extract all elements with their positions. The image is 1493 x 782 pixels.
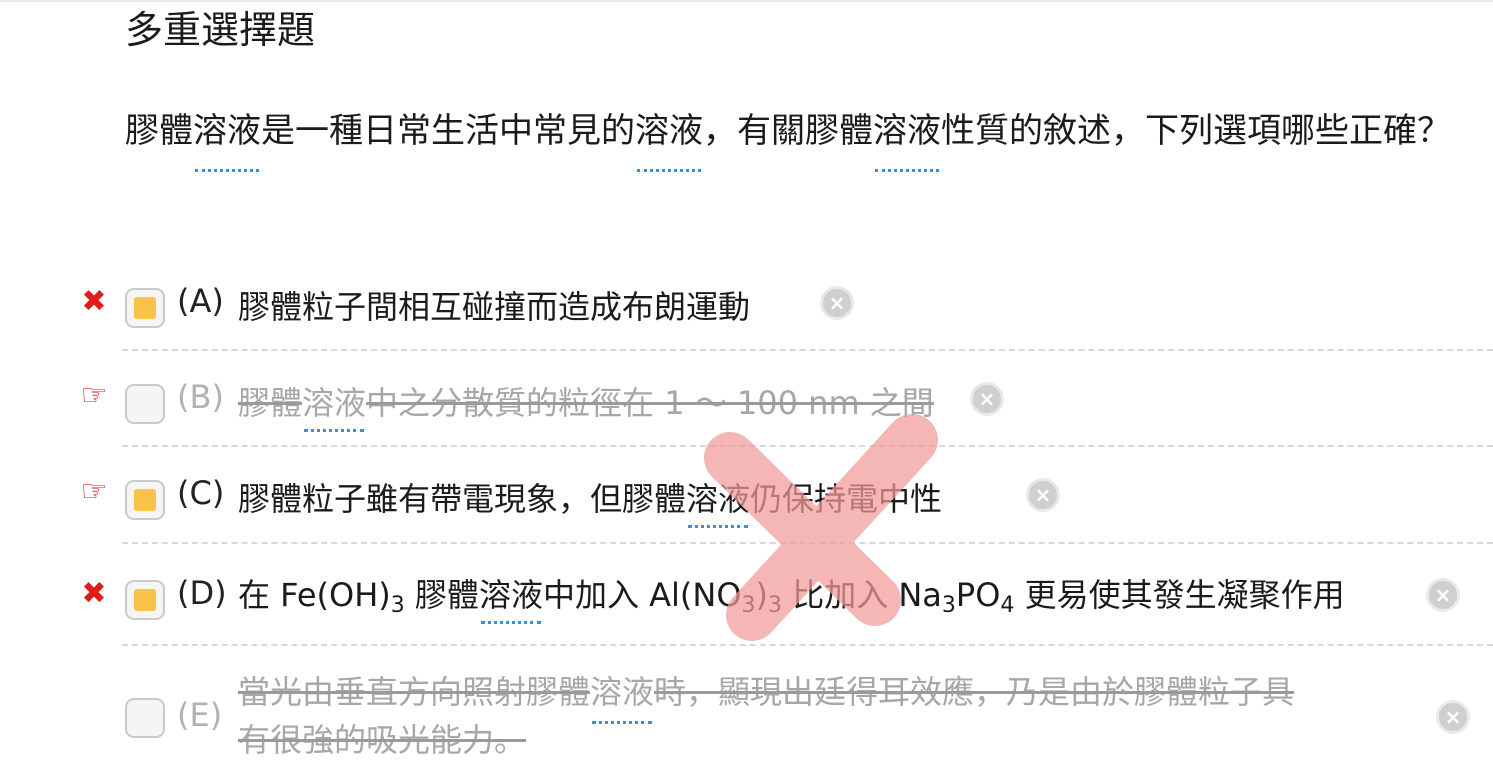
option-letter: (C)	[177, 474, 225, 512]
pointing-hand-icon: ☞	[80, 378, 108, 413]
option-letter: (B)	[177, 378, 224, 416]
x-icon: ✖	[81, 284, 107, 319]
page-title: 多重選擇題	[125, 8, 316, 52]
x-icon: ✖	[81, 576, 107, 611]
option-divider	[122, 542, 1493, 544]
option-text: 膠體溶液中之分散質的粒徑在 1 ～ 100 nm 之間	[238, 378, 934, 432]
option-divider	[122, 349, 1493, 351]
option-letter: (D)	[177, 574, 227, 612]
clear-circle-icon[interactable]: ×	[1026, 478, 1060, 512]
option-text-part: 當光由垂直方向照射膠體	[238, 673, 591, 711]
subscript: 4	[1000, 593, 1015, 618]
option-text-part: 更易使其發生凝聚作用	[1014, 576, 1345, 614]
underlined-term[interactable]: 溶液	[635, 98, 703, 172]
checkbox-fill	[134, 297, 156, 319]
option-letter: (A)	[177, 282, 224, 320]
option-text: 當光由垂直方向照射膠體溶液時，顯現出廷得耳效應，乃是由於膠體粒子具有很強的吸光能…	[238, 668, 1294, 764]
option-text-part: )	[755, 576, 769, 614]
clear-circle-icon[interactable]: ×	[820, 286, 854, 320]
option-letter: (E)	[177, 696, 223, 734]
option-text-part: 膠體	[404, 576, 479, 614]
underlined-term[interactable]: 溶液	[873, 98, 941, 172]
question-part: ，有關膠體	[703, 111, 873, 151]
question-part: 膠體	[125, 111, 193, 151]
option-e-checkbox[interactable]	[125, 698, 165, 738]
option-text-part: 膠體	[238, 384, 303, 422]
question-part: 性質的敘述，下列選項哪些正確？	[941, 111, 1451, 151]
option-c-checkbox[interactable]	[125, 480, 165, 520]
checkbox-fill	[134, 489, 156, 511]
subscript: 3	[941, 593, 956, 618]
underlined-term[interactable]: 溶液	[479, 570, 543, 624]
underlined-term[interactable]: 溶液	[193, 98, 261, 172]
option-text-part: 膠體粒子雖有帶電現象，但膠體	[238, 480, 687, 518]
option-text-part: 仍保持電中性	[750, 480, 943, 518]
subscript: 3	[768, 593, 783, 618]
option-text-part: 中加入 Al(NO	[542, 576, 742, 614]
option-b-checkbox[interactable]	[125, 384, 165, 424]
pointing-hand-icon: ☞	[80, 474, 108, 509]
underlined-term[interactable]: 溶液	[686, 474, 750, 528]
subscript: 3	[741, 593, 756, 618]
option-text-part: 時，顯現出廷得耳效應，乃是由於膠體粒子具	[654, 673, 1295, 711]
option-text-part: 在 Fe(OH)	[238, 576, 391, 614]
top-divider	[0, 0, 1493, 2]
option-text: 膠體粒子間相互碰撞而造成布朗運動	[238, 288, 751, 326]
option-divider	[122, 644, 1493, 646]
option-text: 膠體粒子雖有帶電現象，但膠體溶液仍保持電中性	[238, 474, 943, 528]
option-a-checkbox[interactable]	[125, 288, 165, 328]
checkbox-fill	[134, 589, 156, 611]
option-divider	[122, 445, 1493, 447]
option-text-part: 有很強的吸光能力。	[238, 721, 527, 759]
question-text: 膠體溶液是一種日常生活中常見的溶液，有關膠體溶液性質的敘述，下列選項哪些正確？	[125, 98, 1455, 172]
option-d-checkbox[interactable]	[125, 580, 165, 620]
clear-circle-icon[interactable]: ×	[970, 382, 1004, 416]
subscript: 3	[390, 593, 405, 618]
option-text-part: 中之分散質的粒徑在 1 ～ 100 nm 之間	[366, 384, 934, 422]
option-text: 在 Fe(OH)3 膠體溶液中加入 Al(NO3)3 比加入 Na3PO4 更易…	[238, 570, 1345, 624]
question-part: 是一種日常生活中常見的	[261, 111, 635, 151]
underlined-term[interactable]: 溶液	[590, 668, 654, 724]
option-text-part: PO	[955, 576, 1001, 614]
option-text-part: 比加入 Na	[782, 576, 942, 614]
clear-circle-icon[interactable]: ×	[1426, 578, 1460, 612]
underlined-term[interactable]: 溶液	[302, 378, 366, 432]
clear-circle-icon[interactable]: ×	[1436, 700, 1470, 734]
